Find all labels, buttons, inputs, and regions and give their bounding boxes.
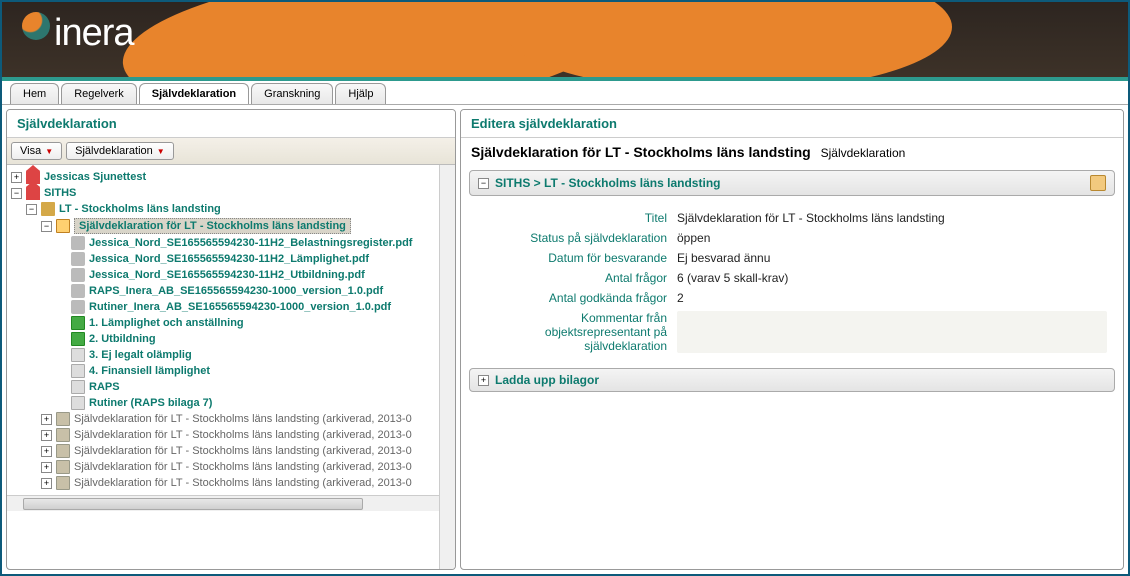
tree-item[interactable]: Jessicas Sjunettest	[44, 171, 146, 183]
tree-archived[interactable]: Självdeklaration för LT - Stockholms län…	[74, 461, 412, 473]
logo-icon	[22, 12, 50, 40]
attachment-icon	[71, 252, 85, 266]
collapse-icon[interactable]: −	[11, 188, 22, 199]
collapse-icon[interactable]: −	[478, 178, 489, 189]
home-icon	[26, 186, 40, 200]
comment-box	[677, 311, 1107, 353]
archive-icon	[56, 476, 70, 490]
expand-icon[interactable]: +	[41, 430, 52, 441]
field-label: Kommentar från objektsrepresentant på sj…	[477, 311, 677, 353]
field-value: 6 (varav 5 skall-krav)	[677, 271, 1107, 285]
tab-hjalp[interactable]: Hjälp	[335, 83, 386, 104]
field-value: öppen	[677, 231, 1107, 245]
archive-icon	[56, 460, 70, 474]
breadcrumb-section: − SITHS > LT - Stockholms läns landsting	[469, 170, 1115, 196]
box-icon	[71, 364, 85, 378]
vertical-scrollbar[interactable]	[439, 165, 455, 569]
box-icon	[71, 380, 85, 394]
right-panel-header: Editera självdeklaration	[461, 110, 1123, 138]
tree-file[interactable]: Jessica_Nord_SE165565594230-11H2_Belastn…	[89, 237, 412, 249]
tree-archived[interactable]: Självdeklaration för LT - Stockholms län…	[74, 477, 412, 489]
tree-section[interactable]: 2. Utbildning	[89, 333, 156, 345]
tab-regelverk[interactable]: Regelverk	[61, 83, 137, 104]
tree-file[interactable]: RAPS_Inera_AB_SE165565594230-1000_versio…	[89, 285, 383, 297]
field-label: Antal godkända frågor	[477, 291, 677, 305]
logo: inera	[22, 12, 134, 55]
field-label: Datum för besvarande	[477, 251, 677, 265]
expand-icon[interactable]: +	[41, 462, 52, 473]
breadcrumb[interactable]: SITHS > LT - Stockholms läns landsting	[495, 176, 1090, 190]
expand-icon[interactable]: +	[478, 375, 489, 386]
clipboard-icon[interactable]	[1090, 175, 1106, 191]
tree-file[interactable]: Jessica_Nord_SE165565594230-11H2_Utbildn…	[89, 269, 365, 281]
tree-item[interactable]: LT - Stockholms läns landsting	[59, 203, 221, 215]
logo-text: inera	[54, 12, 134, 55]
sjalvdeklaration-dropdown[interactable]: Självdeklaration▼	[66, 142, 174, 160]
tree-item[interactable]: SITHS	[44, 187, 76, 199]
archive-icon	[56, 412, 70, 426]
folder-icon	[41, 202, 55, 216]
left-panel-header: Självdeklaration	[7, 110, 455, 138]
main-tabs: Hem Regelverk Självdeklaration Gransknin…	[2, 81, 1128, 105]
tree-section[interactable]: RAPS	[89, 381, 120, 393]
detail-table: TitelSjälvdeklaration för LT - Stockholm…	[477, 208, 1107, 356]
collapse-icon[interactable]: −	[26, 204, 37, 215]
collapse-icon[interactable]: −	[41, 221, 52, 232]
box-icon	[71, 396, 85, 410]
horizontal-scrollbar[interactable]	[7, 495, 439, 511]
tree-item-selected[interactable]: Självdeklaration för LT - Stockholms län…	[74, 218, 351, 234]
expand-icon[interactable]: +	[41, 446, 52, 457]
tab-sjalvdeklaration[interactable]: Självdeklaration	[139, 83, 249, 104]
left-toolbar: Visa▼ Självdeklaration▼	[7, 138, 455, 165]
tree-view[interactable]: +Jessicas Sjunettest −SITHS −LT - Stockh…	[7, 165, 439, 495]
expand-icon[interactable]: +	[11, 172, 22, 183]
visa-dropdown[interactable]: Visa▼	[11, 142, 62, 160]
header-banner: inera	[2, 2, 1128, 77]
archive-icon	[56, 428, 70, 442]
tree-file[interactable]: Rutiner_Inera_AB_SE165565594230-1000_ver…	[89, 301, 391, 313]
field-value: Självdeklaration för LT - Stockholms län…	[677, 211, 1107, 225]
expand-icon[interactable]: +	[41, 478, 52, 489]
right-panel: Editera självdeklaration Självdeklaratio…	[460, 109, 1124, 570]
attachment-icon	[71, 300, 85, 314]
tree-archived[interactable]: Självdeklaration för LT - Stockholms län…	[74, 445, 412, 457]
field-value: 2	[677, 291, 1107, 305]
tree-file[interactable]: Jessica_Nord_SE165565594230-11H2_Lämplig…	[89, 253, 369, 265]
attachment-icon	[71, 284, 85, 298]
upload-section-title: Ladda upp bilagor	[495, 373, 1106, 387]
check-icon	[71, 332, 85, 346]
box-icon	[71, 348, 85, 362]
tree-section[interactable]: Rutiner (RAPS bilaga 7)	[89, 397, 212, 409]
banner-swoosh	[502, 2, 952, 77]
attachment-icon	[71, 268, 85, 282]
tree-archived[interactable]: Självdeklaration för LT - Stockholms län…	[74, 413, 412, 425]
dropdown-arrow-icon: ▼	[45, 147, 53, 156]
field-label: Status på självdeklaration	[477, 231, 677, 245]
left-panel: Självdeklaration Visa▼ Självdeklaration▼…	[6, 109, 456, 570]
tree-section[interactable]: 1. Lämplighet och anställning	[89, 317, 244, 329]
expand-icon[interactable]: +	[41, 414, 52, 425]
tree-section[interactable]: 4. Finansiell lämplighet	[89, 365, 210, 377]
document-icon	[56, 219, 70, 233]
check-icon	[71, 316, 85, 330]
dropdown-arrow-icon: ▼	[157, 147, 165, 156]
field-label: Antal frågor	[477, 271, 677, 285]
archive-icon	[56, 444, 70, 458]
tab-hem[interactable]: Hem	[10, 83, 59, 104]
page-title: Självdeklaration för LT - Stockholms län…	[461, 138, 1123, 166]
tab-granskning[interactable]: Granskning	[251, 83, 333, 104]
attachment-icon	[71, 236, 85, 250]
tree-archived[interactable]: Självdeklaration för LT - Stockholms län…	[74, 429, 412, 441]
tree-section[interactable]: 3. Ej legalt olämplig	[89, 349, 192, 361]
upload-section[interactable]: + Ladda upp bilagor	[469, 368, 1115, 392]
field-value: Ej besvarad ännu	[677, 251, 1107, 265]
field-label: Titel	[477, 211, 677, 225]
